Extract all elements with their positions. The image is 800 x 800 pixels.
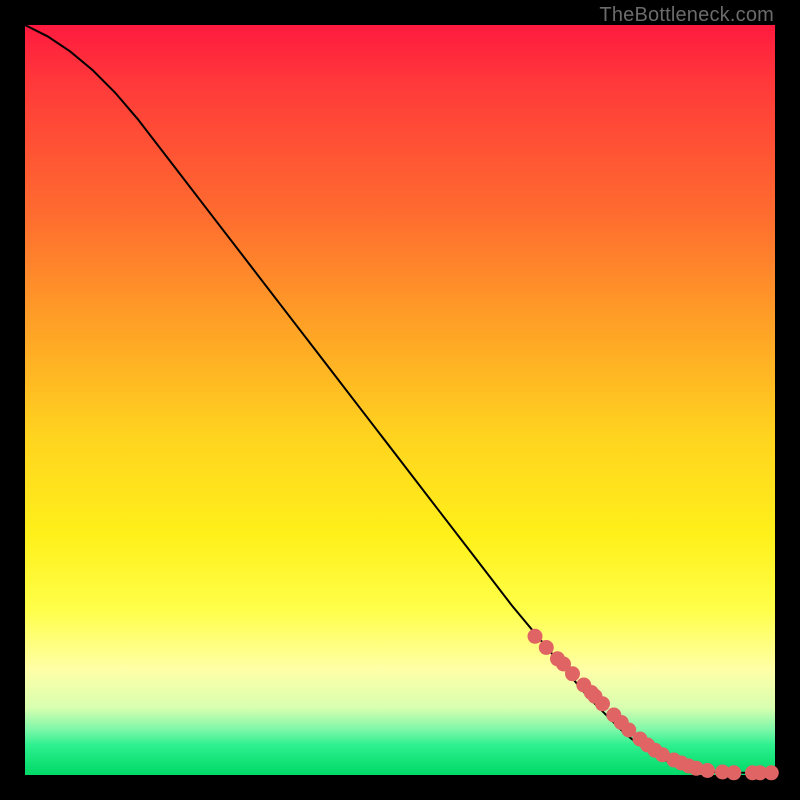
data-point bbox=[701, 764, 715, 778]
bottleneck-curve bbox=[25, 25, 775, 773]
data-point bbox=[596, 697, 610, 711]
plot-area bbox=[25, 25, 775, 775]
scatter-points bbox=[528, 629, 778, 780]
data-point bbox=[539, 641, 553, 655]
watermark-text: TheBottleneck.com bbox=[599, 4, 774, 27]
chart-frame: TheBottleneck.com bbox=[0, 0, 800, 800]
data-point bbox=[528, 629, 542, 643]
data-point bbox=[566, 667, 580, 681]
data-point bbox=[727, 766, 741, 780]
data-point bbox=[622, 723, 636, 737]
chart-svg bbox=[25, 25, 775, 775]
data-point bbox=[764, 766, 778, 780]
